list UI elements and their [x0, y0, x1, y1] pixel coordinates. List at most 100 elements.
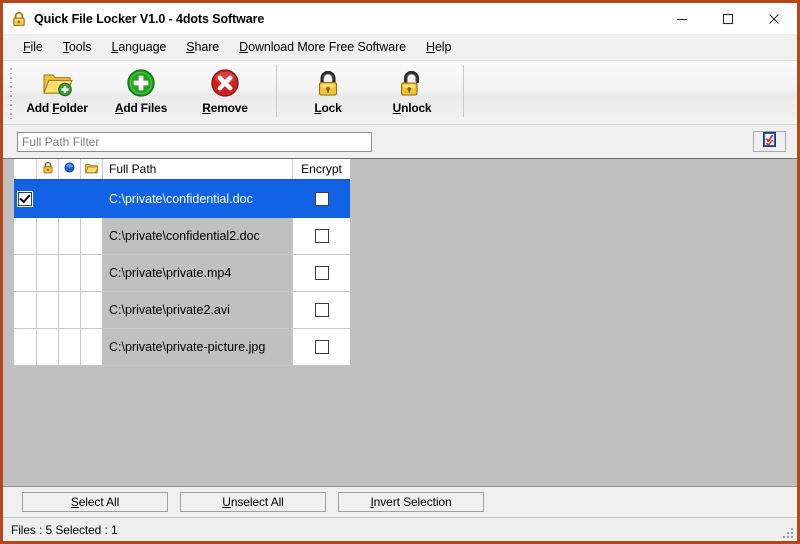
grid-header-row: Full Path Encrypt — [14, 159, 350, 181]
menu-item-share-rest: hare — [195, 40, 220, 54]
row-lock-cell — [37, 292, 59, 329]
grid-header-full-path[interactable]: Full Path — [103, 159, 293, 179]
lock-button[interactable]: Lock — [286, 61, 370, 119]
table-row[interactable]: C:\private\private.mp4 — [14, 255, 350, 292]
unselect-all-button[interactable]: Unselect All — [180, 492, 326, 512]
filter-bar — [3, 125, 797, 158]
file-grid: Full Path Encrypt C:\private\confidentia… — [14, 159, 350, 366]
toolbar-separator-2 — [463, 65, 464, 117]
remove-button[interactable]: Remove — [183, 61, 267, 119]
invert-selection-label-rest: nvert Selection — [374, 495, 452, 509]
row-encrypt-cell[interactable] — [293, 292, 350, 329]
menu-item-tools-rest: ools — [69, 40, 92, 54]
menu-item-language[interactable]: Language — [101, 37, 176, 57]
toolbar-separator-1 — [276, 65, 277, 117]
row-folder-cell — [81, 329, 103, 366]
table-row[interactable]: C:\private\confidential.doc — [14, 181, 350, 218]
encrypt-checkbox[interactable] — [315, 192, 329, 206]
row-lock-cell — [37, 181, 59, 218]
toolbar-grip[interactable] — [6, 64, 15, 122]
menu-item-file[interactable]: File — [13, 37, 53, 57]
folder-add-icon — [41, 67, 73, 99]
row-path-cell: C:\private\private-picture.jpg — [103, 329, 293, 366]
row-path-cell: C:\private\confidential2.doc — [103, 218, 293, 255]
red-x-icon — [209, 67, 241, 99]
menu-item-language-rest: anguage — [118, 40, 166, 54]
row-folder-cell — [81, 218, 103, 255]
row-checkbox[interactable] — [18, 192, 32, 206]
grid-header-lock[interactable] — [37, 159, 59, 179]
row-select-cell[interactable] — [14, 292, 37, 329]
row-select-cell[interactable] — [14, 255, 37, 292]
encrypt-checkbox[interactable] — [315, 266, 329, 280]
add-folder-label: Add Folder — [26, 101, 87, 115]
padlock-icon — [11, 11, 27, 27]
minimize-button[interactable] — [659, 3, 705, 34]
row-path-cell: C:\private\private2.avi — [103, 292, 293, 329]
grid-header-folder[interactable] — [81, 159, 103, 179]
status-bar: Files : 5 Selected : 1 — [3, 517, 797, 541]
table-row[interactable]: C:\private\private2.avi — [14, 292, 350, 329]
row-status-cell — [59, 181, 81, 218]
row-folder-cell — [81, 292, 103, 329]
row-path-cell: C:\private\confidential.doc — [103, 181, 293, 218]
add-folder-button[interactable]: Add Folder — [15, 61, 99, 119]
title-bar: Quick File Locker V1.0 - 4dots Software — [3, 3, 797, 34]
full-path-filter-input[interactable] — [17, 132, 372, 152]
maximize-button[interactable] — [705, 3, 751, 34]
lock-column-icon — [42, 161, 54, 177]
resize-grip[interactable] — [781, 526, 793, 538]
menu-item-share[interactable]: Share — [176, 37, 229, 57]
row-status-cell — [59, 255, 81, 292]
row-select-cell[interactable] — [14, 181, 37, 218]
application-window: Quick File Locker V1.0 - 4dots Software … — [0, 0, 800, 544]
selection-button-bar: Select All Unselect All Invert Selection — [3, 486, 797, 517]
invert-selection-button[interactable]: Invert Selection — [338, 492, 484, 512]
row-encrypt-cell[interactable] — [293, 255, 350, 292]
menu-item-tools[interactable]: Tools — [53, 37, 102, 57]
grid-header-status[interactable] — [59, 159, 81, 179]
lock-label: Lock — [314, 101, 341, 115]
row-encrypt-cell[interactable] — [293, 218, 350, 255]
menu-item-help[interactable]: Help — [416, 37, 461, 57]
row-select-cell[interactable] — [14, 329, 37, 366]
table-row[interactable]: C:\private\confidential2.doc — [14, 218, 350, 255]
menu-item-download-more-free-software[interactable]: Download More Free Software — [229, 37, 416, 57]
remove-label: Remove — [202, 101, 248, 115]
unselect-all-label-rest: nselect All — [231, 495, 284, 509]
window-controls — [659, 3, 797, 34]
add-files-button[interactable]: Add Files — [99, 61, 183, 119]
menu-item-file-rest: ile — [31, 40, 43, 54]
row-folder-cell — [81, 181, 103, 218]
row-encrypt-cell[interactable] — [293, 329, 350, 366]
encrypt-checkbox[interactable] — [315, 303, 329, 317]
blue-dot-icon — [64, 162, 75, 176]
row-encrypt-cell[interactable] — [293, 181, 350, 218]
encrypt-checkbox[interactable] — [315, 229, 329, 243]
row-checkbox-wrap — [17, 191, 33, 207]
window-title: Quick File Locker V1.0 - 4dots Software — [34, 12, 264, 26]
close-button[interactable] — [751, 3, 797, 34]
row-lock-cell — [37, 218, 59, 255]
row-lock-cell — [37, 329, 59, 366]
menu-item-download-rest: ownload More Free Software — [248, 40, 406, 54]
select-all-button[interactable]: Select All — [22, 492, 168, 512]
checklist-button[interactable] — [753, 131, 786, 152]
unlock-label: Unlock — [393, 101, 432, 115]
encrypt-checkbox[interactable] — [315, 340, 329, 354]
padlock-closed-icon — [312, 67, 344, 99]
row-status-cell — [59, 292, 81, 329]
add-files-label: Add Files — [115, 101, 167, 115]
menu-bar: File Tools Language Share Download More … — [3, 34, 797, 61]
table-row[interactable]: C:\private\private-picture.jpg — [14, 329, 350, 366]
grid-header-select[interactable] — [14, 159, 37, 179]
grid-header-encrypt[interactable]: Encrypt — [293, 159, 350, 179]
padlock-open-icon — [396, 67, 428, 99]
row-lock-cell — [37, 255, 59, 292]
green-plus-icon — [125, 67, 157, 99]
row-status-cell — [59, 218, 81, 255]
unlock-button[interactable]: Unlock — [370, 61, 454, 119]
select-all-label-rest: elect All — [79, 495, 119, 509]
row-select-cell[interactable] — [14, 218, 37, 255]
menu-item-help-rest: elp — [435, 40, 451, 54]
